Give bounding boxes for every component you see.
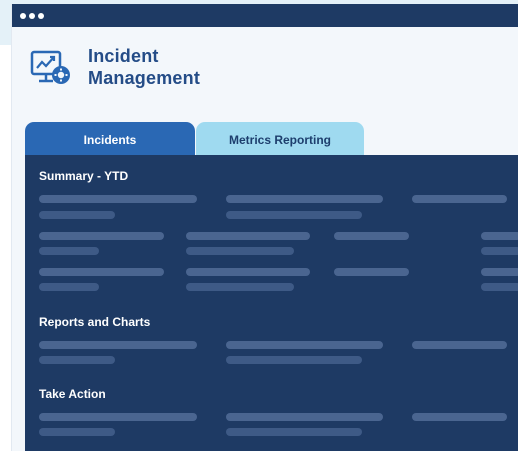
section-title-reports: Reports and Charts: [39, 315, 151, 329]
tab-incidents[interactable]: Incidents: [25, 122, 195, 155]
section-title-take-action: Take Action: [39, 387, 106, 401]
tab-bar: Incidents Metrics Reporting: [25, 122, 518, 155]
placeholder-bar: [226, 413, 383, 421]
placeholder-bar: [226, 428, 362, 436]
app-title-line2: Management: [88, 68, 201, 88]
app-window: Incident Management Incidents Metrics Re…: [11, 4, 518, 451]
placeholder-bar: [186, 283, 294, 291]
placeholder-bar: [39, 413, 197, 421]
placeholder-bar: [226, 341, 383, 349]
placeholder-bar: [39, 356, 115, 364]
window-dot-icon: [38, 13, 44, 19]
placeholder-bar: [39, 232, 164, 240]
placeholder-bar: [39, 211, 115, 219]
placeholder-bar: [39, 195, 197, 203]
placeholder-bar: [39, 247, 99, 255]
placeholder-bar: [481, 247, 518, 255]
window-titlebar: [12, 4, 518, 27]
placeholder-bar: [481, 283, 518, 291]
placeholder-bar: [186, 247, 294, 255]
window-dot-icon: [29, 13, 35, 19]
placeholder-bar: [412, 195, 507, 203]
placeholder-bar: [39, 428, 115, 436]
placeholder-bar: [39, 283, 99, 291]
placeholder-bar: [412, 413, 507, 421]
window-dot-icon: [20, 13, 26, 19]
tab-metrics-reporting[interactable]: Metrics Reporting: [196, 122, 364, 155]
dashboard-panel: Summary - YTD Reports and Charts Take Ac…: [25, 155, 518, 451]
placeholder-bar: [39, 341, 197, 349]
placeholder-bar: [226, 211, 362, 219]
placeholder-bar: [481, 232, 518, 240]
section-title-summary: Summary - YTD: [39, 169, 129, 183]
monitor-chart-gear-icon: [30, 50, 70, 84]
placeholder-bar: [334, 232, 409, 240]
placeholder-bar: [186, 268, 310, 276]
placeholder-bar: [412, 341, 507, 349]
placeholder-bar: [186, 232, 310, 240]
placeholder-bar: [334, 268, 409, 276]
app-title: Incident Management: [88, 45, 200, 89]
placeholder-bar: [226, 356, 362, 364]
placeholder-bar: [481, 268, 518, 276]
placeholder-bar: [226, 195, 383, 203]
app-title-line1: Incident: [88, 46, 159, 66]
placeholder-bar: [39, 268, 164, 276]
